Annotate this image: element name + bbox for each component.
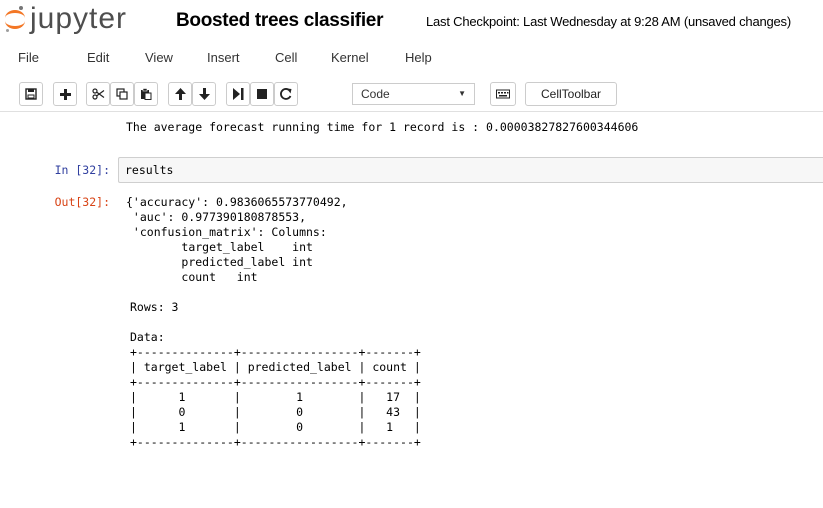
move-up-button[interactable] bbox=[168, 82, 192, 106]
output-table-row: | 0 | 0 | 43 | bbox=[130, 405, 421, 419]
logo-text: jupyter bbox=[30, 2, 128, 35]
menu-view[interactable]: View bbox=[145, 50, 173, 65]
menubar: File Edit View Insert Cell Kernel Help bbox=[0, 44, 823, 74]
interrupt-kernel-button[interactable] bbox=[250, 82, 274, 106]
save-button[interactable] bbox=[19, 82, 43, 106]
arrow-down-icon bbox=[198, 88, 210, 100]
jupyter-logo[interactable]: jupyter bbox=[4, 2, 127, 36]
toolbar: Code ▼ CellToolbar bbox=[0, 78, 823, 112]
cut-icon bbox=[91, 88, 104, 100]
output-line: Data: bbox=[130, 330, 165, 344]
output-line: 'confusion_matrix': Columns: bbox=[126, 225, 327, 239]
notebook-header: jupyter Boosted trees classifier Last Ch… bbox=[0, 0, 823, 40]
restart-kernel-button[interactable] bbox=[274, 82, 298, 106]
insert-cell-button[interactable] bbox=[53, 82, 77, 106]
stop-icon bbox=[257, 89, 267, 99]
notebook-container: The average forecast running time for 1 … bbox=[0, 113, 823, 508]
paste-icon bbox=[141, 88, 152, 100]
menu-help[interactable]: Help bbox=[405, 50, 432, 65]
menu-cell[interactable]: Cell bbox=[275, 50, 297, 65]
cell-type-value: Code bbox=[361, 87, 390, 101]
menu-file[interactable]: File bbox=[18, 50, 39, 65]
output-table-border: +--------------+-----------------+------… bbox=[130, 435, 421, 449]
checkpoint-status: Last Checkpoint: Last Wednesday at 9:28 … bbox=[426, 14, 791, 29]
previous-cell-output: The average forecast running time for 1 … bbox=[126, 120, 639, 134]
copy-button[interactable] bbox=[110, 82, 134, 106]
copy-icon bbox=[116, 88, 128, 100]
code-input-text[interactable]: results bbox=[125, 163, 173, 177]
menu-insert[interactable]: Insert bbox=[207, 50, 240, 65]
chevron-down-icon: ▼ bbox=[458, 89, 466, 98]
cut-button[interactable] bbox=[86, 82, 110, 106]
save-icon bbox=[25, 88, 37, 100]
input-prompt: In [32]: bbox=[54, 163, 110, 177]
command-palette-button[interactable] bbox=[490, 82, 516, 106]
jupyter-logo-icon bbox=[4, 4, 26, 34]
code-cell-input[interactable]: results bbox=[118, 157, 823, 183]
menu-edit[interactable]: Edit bbox=[87, 50, 109, 65]
menu-kernel[interactable]: Kernel bbox=[331, 50, 369, 65]
output-line: target_label int bbox=[126, 240, 313, 254]
output-table-border: +--------------+-----------------+------… bbox=[130, 345, 421, 359]
output-line: 'auc': 0.977390180878553, bbox=[126, 210, 307, 224]
output-line: count int bbox=[126, 270, 258, 284]
output-line: {'accuracy': 0.9836065573770492, bbox=[126, 195, 348, 209]
restart-icon bbox=[280, 88, 292, 100]
run-cell-button[interactable] bbox=[226, 82, 250, 106]
plus-icon bbox=[59, 88, 71, 100]
output-table-row: | 1 | 0 | 1 | bbox=[130, 420, 421, 434]
output-prompt: Out[32]: bbox=[54, 195, 110, 209]
cell-type-select[interactable]: Code ▼ bbox=[352, 83, 475, 105]
step-forward-icon bbox=[232, 88, 243, 100]
output-line: predicted_label int bbox=[126, 255, 313, 269]
output-line: Rows: 3 bbox=[130, 300, 179, 314]
celltoolbar-button[interactable]: CellToolbar bbox=[525, 82, 617, 106]
output-table-border: +--------------+-----------------+------… bbox=[130, 375, 421, 389]
output-table-row: | 1 | 1 | 17 | bbox=[130, 390, 421, 404]
arrow-up-icon bbox=[174, 88, 186, 100]
keyboard-icon bbox=[496, 89, 510, 99]
output-table-header: | target_label | predicted_label | count… bbox=[130, 360, 421, 374]
notebook-name[interactable]: Boosted trees classifier bbox=[176, 10, 383, 32]
move-down-button[interactable] bbox=[192, 82, 216, 106]
paste-button[interactable] bbox=[134, 82, 158, 106]
